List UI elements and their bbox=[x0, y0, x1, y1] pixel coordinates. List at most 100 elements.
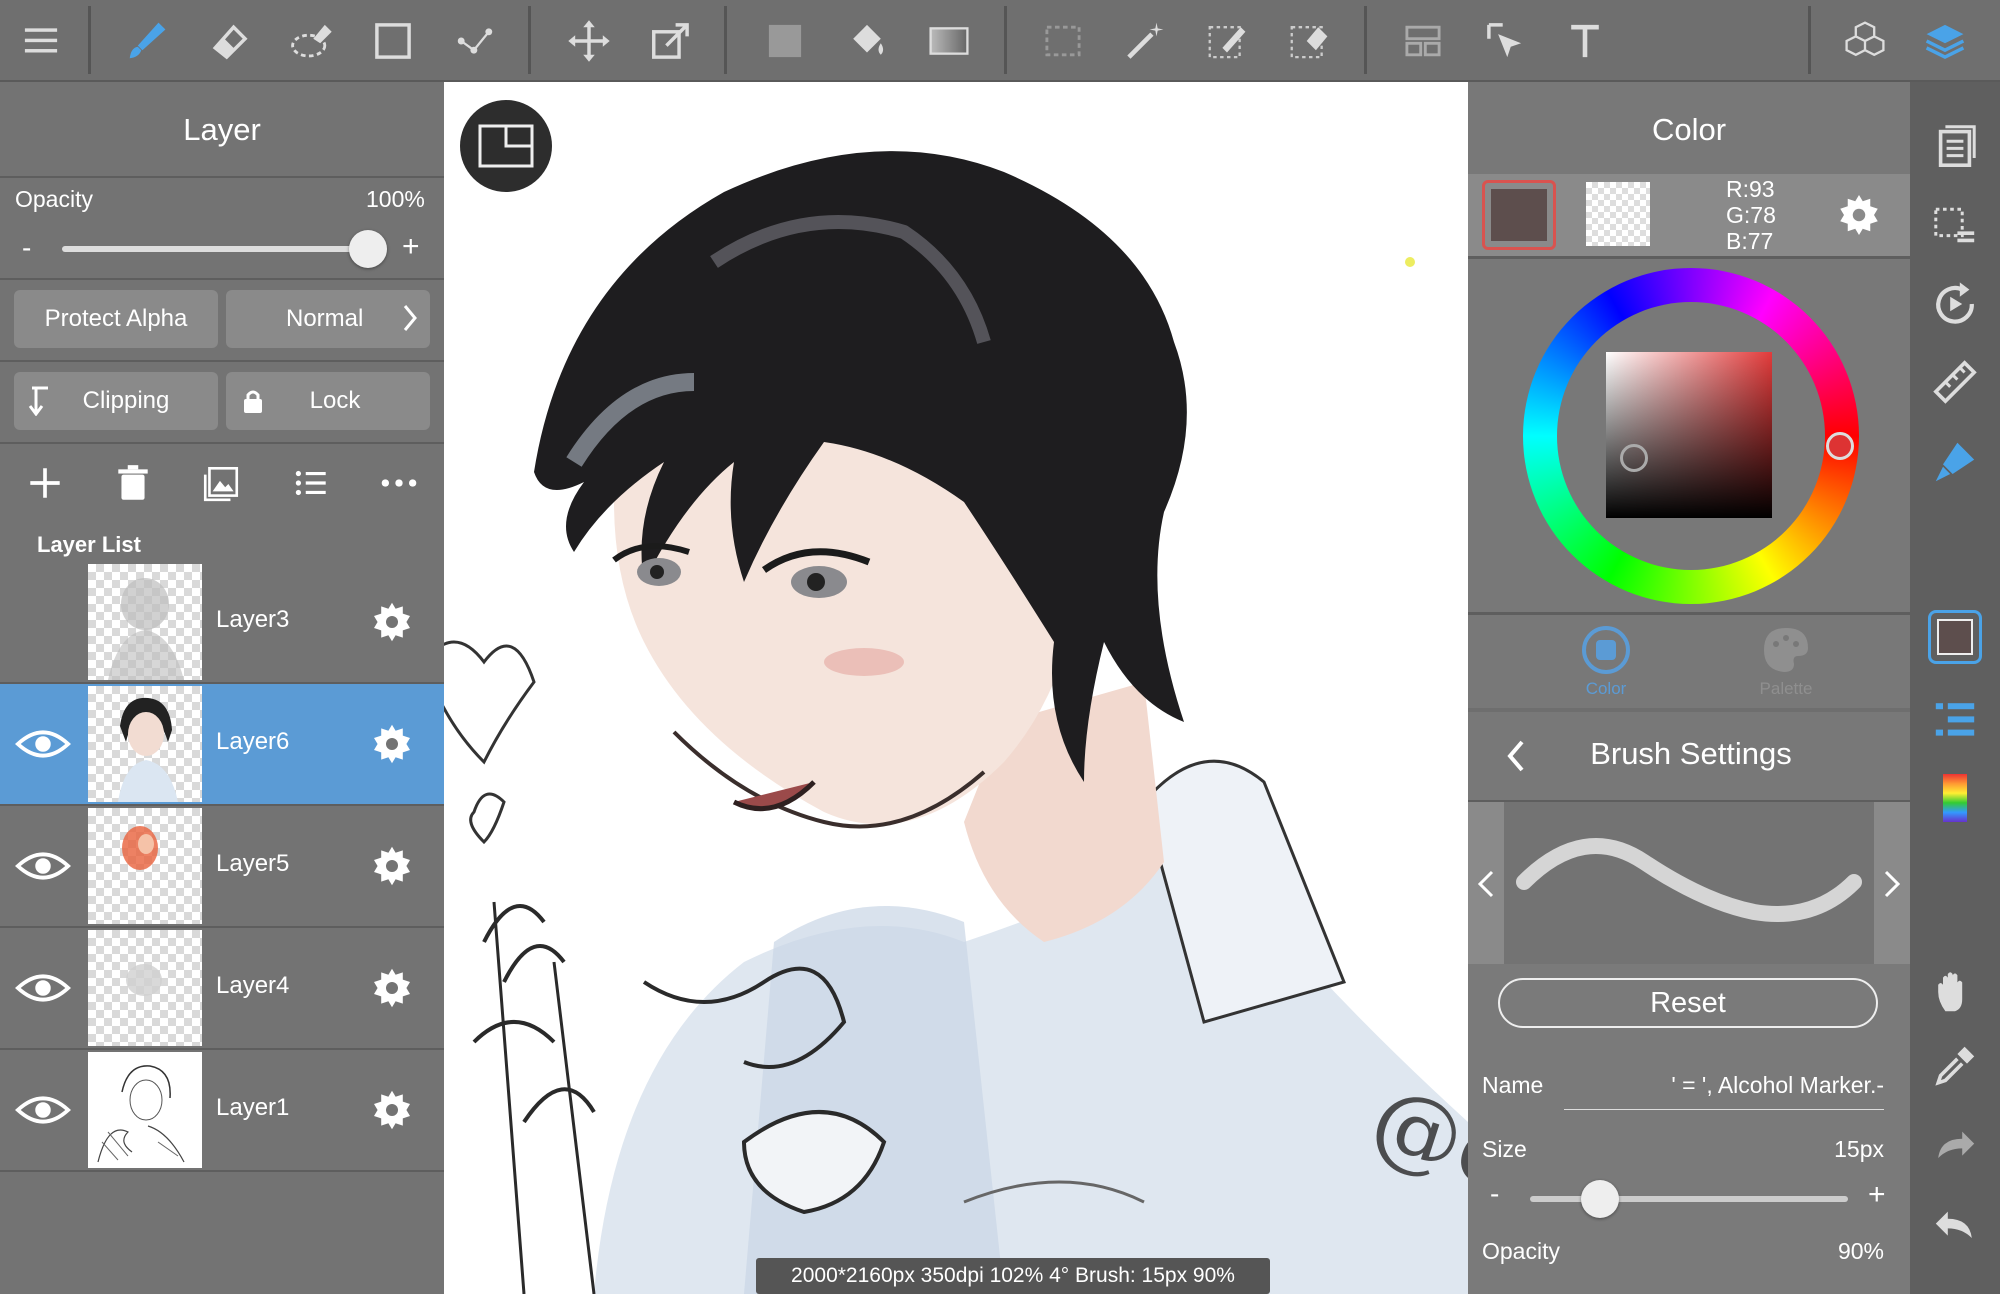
brush-settings-title: Brush Settings bbox=[1590, 736, 1792, 771]
reset-button[interactable]: Reset bbox=[1498, 978, 1878, 1028]
secondary-color-swatch[interactable] bbox=[1586, 182, 1650, 246]
brush-opacity-value: 90% bbox=[1837, 1238, 1884, 1264]
layer-name: Layer4 bbox=[216, 972, 290, 999]
saturation-value-square[interactable] bbox=[1606, 352, 1772, 518]
move-icon[interactable] bbox=[562, 14, 616, 68]
hand-icon[interactable] bbox=[1931, 968, 1979, 1016]
layer-row-layer3[interactable]: Layer3 bbox=[0, 562, 444, 684]
clipping-button[interactable]: Clipping bbox=[14, 372, 218, 430]
eraser-icon[interactable] bbox=[202, 14, 256, 68]
gear-icon[interactable] bbox=[368, 598, 416, 646]
menu-icon[interactable] bbox=[14, 14, 68, 68]
layer-thumbnail bbox=[88, 930, 202, 1046]
opacity-plus-button[interactable]: + bbox=[402, 230, 420, 264]
select-move-icon[interactable] bbox=[1478, 14, 1532, 68]
layer-thumbnail bbox=[88, 686, 202, 802]
color-tab-icon bbox=[1582, 626, 1630, 674]
panel-layout-icon[interactable] bbox=[1396, 14, 1450, 68]
color-swatch-button[interactable] bbox=[1928, 610, 1982, 664]
tab-palette-label: Palette bbox=[1759, 679, 1813, 698]
clipping-icon bbox=[28, 386, 52, 423]
brush-size-slider-track[interactable] bbox=[1530, 1196, 1848, 1202]
eye-icon[interactable] bbox=[14, 846, 72, 886]
lock-button[interactable]: Lock bbox=[226, 372, 430, 430]
opacity-slider-track[interactable] bbox=[62, 246, 368, 252]
bucket-icon[interactable] bbox=[840, 14, 894, 68]
image-icon[interactable] bbox=[200, 462, 242, 504]
color-panel-title: Color bbox=[1651, 112, 1727, 147]
more-icon[interactable] bbox=[378, 462, 420, 504]
opacity-label: Opacity bbox=[15, 186, 93, 212]
gear-icon[interactable] bbox=[368, 964, 416, 1012]
hue-picker-handle[interactable] bbox=[1826, 432, 1854, 460]
gradient-icon[interactable] bbox=[922, 14, 976, 68]
canvas-view-toggle-button[interactable] bbox=[460, 100, 552, 192]
brush-icon[interactable] bbox=[120, 14, 174, 68]
rgb-r: R:93 bbox=[1726, 176, 1775, 202]
layer-list-icon[interactable] bbox=[1931, 696, 1979, 744]
eye-icon[interactable] bbox=[14, 724, 72, 764]
tab-color[interactable]: Color bbox=[1546, 624, 1666, 699]
color-bar-icon[interactable] bbox=[1943, 774, 1967, 822]
size-plus-button[interactable]: + bbox=[1868, 1178, 1886, 1212]
undo-icon[interactable] bbox=[1931, 1202, 1979, 1250]
gear-icon[interactable] bbox=[368, 1086, 416, 1134]
brush-size-value: 15px bbox=[1834, 1136, 1884, 1162]
document-icon[interactable] bbox=[1931, 122, 1979, 170]
eyedropper-icon[interactable] bbox=[1931, 1042, 1979, 1090]
brush-name-field[interactable]: ' = ', Alcohol Marker.- bbox=[1564, 1072, 1884, 1110]
primary-color-swatch[interactable] bbox=[1482, 180, 1556, 250]
layer-thumbnail bbox=[88, 1052, 202, 1168]
gear-icon[interactable] bbox=[1834, 190, 1884, 240]
layer-thumbnail bbox=[88, 808, 202, 924]
select-rect-icon[interactable] bbox=[1036, 14, 1090, 68]
brush-size-slider-handle[interactable] bbox=[1580, 1180, 1619, 1218]
magic-wand-icon[interactable] bbox=[1118, 14, 1172, 68]
layer-row-layer4[interactable]: Layer4 bbox=[0, 928, 444, 1050]
brush-next-button[interactable] bbox=[1874, 802, 1910, 964]
layer-row-layer1[interactable]: Layer1 bbox=[0, 1050, 444, 1172]
redo-icon[interactable] bbox=[1931, 1122, 1979, 1170]
ruler-icon[interactable] bbox=[1931, 358, 1979, 406]
opacity-minus-button[interactable]: - bbox=[22, 232, 31, 264]
list-icon[interactable] bbox=[290, 462, 332, 504]
chevron-left-icon bbox=[1477, 870, 1494, 898]
fill-pen-icon[interactable] bbox=[1931, 438, 1979, 486]
rgb-b: B:77 bbox=[1726, 228, 1774, 254]
gear-icon[interactable] bbox=[368, 720, 416, 768]
trash-icon[interactable] bbox=[112, 462, 154, 504]
layer-row-layer5[interactable]: Layer5 bbox=[0, 806, 444, 928]
eye-icon[interactable] bbox=[14, 968, 72, 1008]
fill-color-icon[interactable] bbox=[758, 14, 812, 68]
blend-mode-button[interactable]: Normal bbox=[226, 290, 430, 348]
layer-name: Layer1 bbox=[216, 1094, 290, 1121]
brush-prev-button[interactable] bbox=[1468, 802, 1504, 964]
rgb-readout: R:93 G:78 B:77 bbox=[1726, 176, 1776, 254]
dot-icon[interactable] bbox=[448, 14, 502, 68]
chevron-right-icon bbox=[400, 302, 420, 341]
select-pen-icon[interactable] bbox=[1200, 14, 1254, 68]
gear-icon[interactable] bbox=[368, 842, 416, 890]
protect-alpha-button[interactable]: Protect Alpha bbox=[14, 290, 218, 348]
drawing-canvas[interactable]: @eve bbox=[444, 82, 1468, 1294]
blur-eraser-icon[interactable] bbox=[284, 14, 338, 68]
rectangle-icon[interactable] bbox=[366, 14, 420, 68]
selection-list-icon[interactable] bbox=[1931, 202, 1979, 250]
text-icon[interactable] bbox=[1558, 14, 1612, 68]
opacity-slider-handle[interactable] bbox=[349, 230, 387, 268]
transform-icon[interactable] bbox=[644, 14, 698, 68]
add-icon[interactable] bbox=[24, 462, 66, 504]
select-eraser-icon[interactable] bbox=[1282, 14, 1336, 68]
palette-icon bbox=[1764, 628, 1808, 672]
right-sidebar bbox=[1910, 82, 2000, 1294]
rotate-icon[interactable] bbox=[1931, 280, 1979, 328]
sv-picker-handle[interactable] bbox=[1620, 444, 1648, 472]
size-minus-button[interactable]: - bbox=[1490, 1178, 1499, 1210]
layers-icon[interactable] bbox=[1918, 14, 1972, 68]
blend-mode-label: Normal bbox=[286, 305, 364, 332]
tab-palette[interactable]: Palette bbox=[1726, 624, 1846, 699]
material-icon[interactable] bbox=[1838, 14, 1892, 68]
back-chevron-icon[interactable] bbox=[1504, 738, 1528, 774]
eye-icon[interactable] bbox=[14, 1090, 72, 1130]
layer-row-layer6[interactable]: Layer6 bbox=[0, 684, 444, 806]
